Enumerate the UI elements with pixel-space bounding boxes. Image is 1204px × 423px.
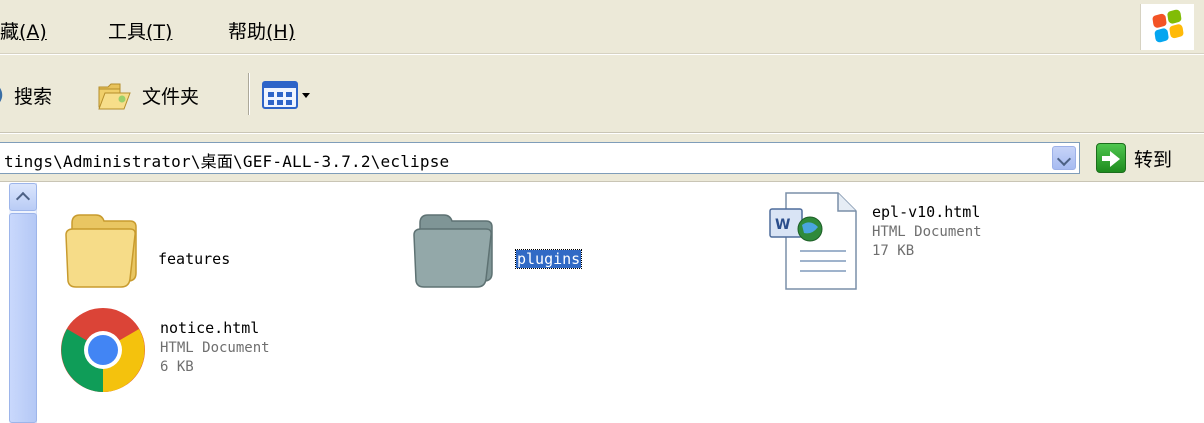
search-icon <box>0 88 3 102</box>
file-item-epl-v10[interactable]: W epl-v10.html HTML Document 17 KB <box>766 191 1066 301</box>
address-path: tings\Administrator\桌面\GEF-ALL-3.7.2\ecl… <box>4 152 450 171</box>
file-type: HTML Document <box>160 340 270 356</box>
file-item-features[interactable]: features <box>60 201 300 301</box>
go-arrow-icon <box>1096 143 1126 173</box>
search-button-label: 搜索 <box>14 85 53 108</box>
scroll-up-button[interactable] <box>9 183 37 211</box>
word-html-icon: W <box>769 192 857 290</box>
menu-help-label: 帮助 <box>228 21 267 43</box>
folders-button-label: 文件夹 <box>142 85 200 108</box>
windows-logo <box>1140 4 1194 50</box>
svg-text:W: W <box>775 217 790 233</box>
folder-icon <box>65 214 137 288</box>
folders-button[interactable]: 文件夹 <box>96 77 199 113</box>
chrome-icon <box>61 308 145 392</box>
file-name: notice.html <box>160 319 260 337</box>
file-item-plugins[interactable]: plugins <box>410 201 660 301</box>
file-name: features <box>158 250 231 268</box>
views-icon <box>262 81 310 109</box>
menu-help-key: (H) <box>266 21 296 43</box>
menu-favorites-label: 藏 <box>0 21 20 43</box>
search-button[interactable]: 搜索 <box>0 77 52 113</box>
menu-tools[interactable]: 工具(T) <box>108 17 172 44</box>
menu-tools-label: 工具 <box>108 21 147 43</box>
file-size: 6 KB <box>160 359 194 375</box>
menu-favorites[interactable]: 藏(A) <box>0 17 47 44</box>
folder-icon <box>98 83 131 110</box>
go-button-label: 转到 <box>1134 148 1173 171</box>
toolbar: 搜索 文件夹 <box>0 55 1204 133</box>
menu-favorites-key: (A) <box>19 21 47 43</box>
file-item-notice[interactable]: notice.html HTML Document 6 KB <box>58 305 358 415</box>
menu-tools-key: (T) <box>146 21 173 43</box>
toolbar-separator <box>248 73 250 115</box>
views-button[interactable] <box>262 77 314 113</box>
file-name: plugins <box>514 249 583 269</box>
scroll-thumb[interactable] <box>9 213 37 423</box>
file-name: epl-v10.html <box>872 203 981 221</box>
file-list: features plugins W epl-v10.html HTML Doc… <box>38 183 1204 423</box>
menu-help[interactable]: 帮助(H) <box>228 17 295 44</box>
file-type: HTML Document <box>872 224 982 240</box>
go-button[interactable]: 转到 <box>1096 142 1172 174</box>
address-field[interactable]: tings\Administrator\桌面\GEF-ALL-3.7.2\ecl… <box>0 142 1080 174</box>
address-dropdown-button[interactable] <box>1052 146 1076 170</box>
menu-bar: 藏(A) 工具(T) 帮助(H) <box>0 0 1204 54</box>
windows-flag-icon <box>1152 8 1184 44</box>
address-bar: tings\Administrator\桌面\GEF-ALL-3.7.2\ecl… <box>0 134 1204 182</box>
file-size: 17 KB <box>872 243 915 259</box>
vertical-scrollbar[interactable] <box>9 183 37 423</box>
folder-icon <box>413 214 493 288</box>
